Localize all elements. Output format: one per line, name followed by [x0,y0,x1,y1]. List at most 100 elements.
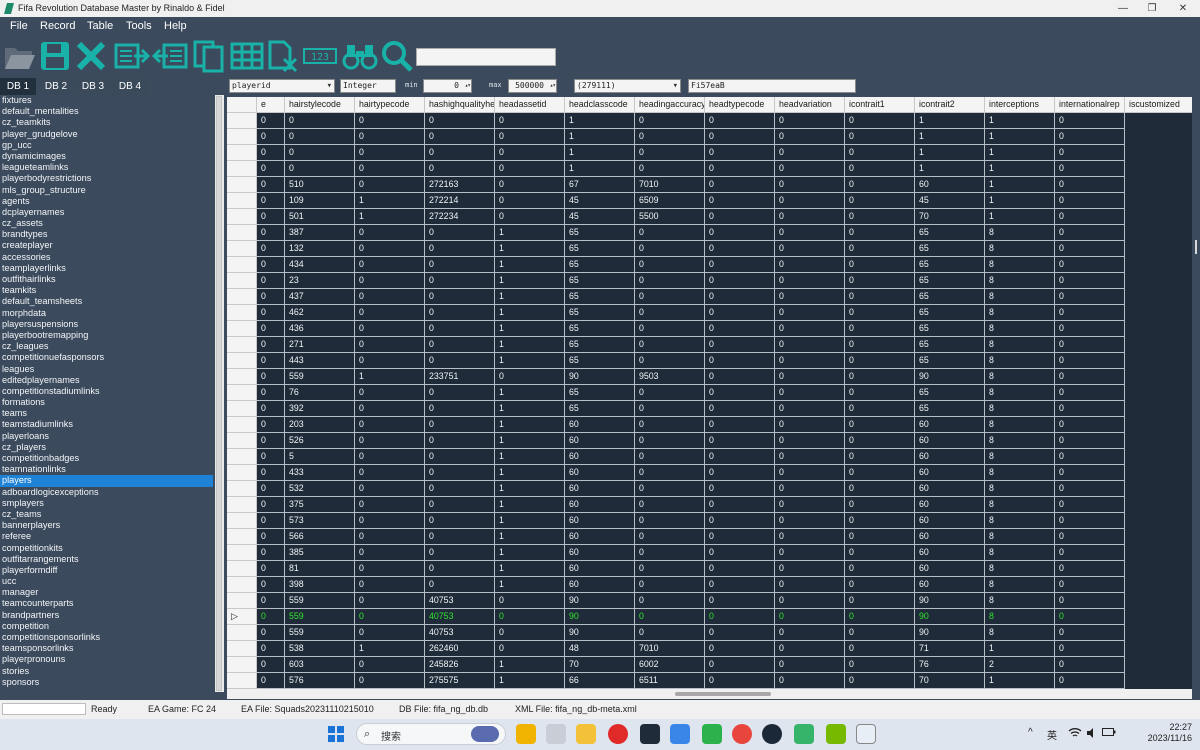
grid-cell[interactable]: 0 [1055,161,1125,177]
grid-cell[interactable]: 0 [845,577,915,593]
table-list-item[interactable]: cz_assets [0,218,213,229]
grid-cell[interactable]: 0 [355,385,425,401]
grid-cell[interactable]: 8 [985,369,1055,385]
grid-cell[interactable]: 0 [845,417,915,433]
save-icon[interactable] [38,39,72,73]
table-row[interactable]: 0000010000110 [227,129,1192,145]
grid-cell[interactable]: 8 [985,609,1055,625]
grid-cell[interactable]: 0 [775,513,845,529]
grid-cell[interactable]: 1 [355,369,425,385]
row-header[interactable] [227,545,257,561]
grid-cell[interactable]: 0 [495,161,565,177]
grid-cell[interactable]: 0 [775,673,845,689]
table-row[interactable]: 0 76 0 0 1 65 0 0 0 0 65 8 0 [227,385,1192,401]
table-row[interactable]: 0 434 0 0 1 65 0 0 0 0 65 8 0 [227,257,1192,273]
grid-cell[interactable]: 1 [565,129,635,145]
grid-cell[interactable]: 0 [845,593,915,609]
grid-cell[interactable]: 1 [565,113,635,129]
grid-cell[interactable]: 1 [915,161,985,177]
table-list-item[interactable]: leagues [0,364,213,375]
grid-cell[interactable]: 0 [1055,449,1125,465]
grid-cell[interactable]: 65 [915,225,985,241]
grid-cell[interactable]: 0 [257,289,285,305]
nvidia-icon[interactable] [826,724,846,744]
grid-cell[interactable]: 1 [985,641,1055,657]
grid-cell[interactable]: 0 [355,545,425,561]
grid-cell[interactable]: 0 [257,657,285,673]
grid-cell[interactable]: 392 [285,401,355,417]
grid-cell[interactable]: 8 [985,545,1055,561]
grid-cell[interactable]: 0 [1055,545,1125,561]
tab-db3[interactable]: DB 3 [75,78,111,95]
grid-cell[interactable]: 90 [915,369,985,385]
grid-cell[interactable]: 1 [495,321,565,337]
grid-cell[interactable]: 0 [1055,497,1125,513]
grid-cell[interactable]: 0 [705,417,775,433]
grid-cell[interactable]: 60 [915,577,985,593]
grid-cell[interactable]: 0 [845,337,915,353]
grid-cell[interactable]: 0 [495,129,565,145]
row-header[interactable] [227,177,257,193]
table-list-item[interactable]: editedplayernames [0,375,213,386]
grid-cell[interactable]: 0 [635,625,705,641]
grid-cell[interactable]: 40753 [425,625,495,641]
grid-cell[interactable]: 0 [775,225,845,241]
grid-cell[interactable]: 0 [635,417,705,433]
grid-cell[interactable]: 60 [565,545,635,561]
grid-cell[interactable]: 437 [285,289,355,305]
grid-cell[interactable]: 0 [635,593,705,609]
grid-cell[interactable]: 0 [1055,321,1125,337]
grid-cell[interactable]: 0 [635,225,705,241]
grid-cell[interactable]: 8 [985,273,1055,289]
grid-cell[interactable]: 538 [285,641,355,657]
grid-cell[interactable]: 0 [1055,593,1125,609]
grid-cell[interactable]: 0 [635,289,705,305]
grid-cell[interactable]: 1 [495,241,565,257]
grid-cell[interactable]: 60 [565,561,635,577]
column-header[interactable]: hairstylecode [285,97,355,113]
wechat-icon[interactable] [702,724,722,744]
grid-cell[interactable]: 0 [705,497,775,513]
column-header[interactable]: interceptions [985,97,1055,113]
file-explorer-icon[interactable] [576,724,596,744]
grid-cell[interactable]: 385 [285,545,355,561]
row-header[interactable] [227,161,257,177]
taskbar-search-box[interactable]: ⌕ 搜索 [356,723,506,745]
table-list-item[interactable]: playerbodyrestrictions [0,173,213,184]
row-header[interactable] [227,145,257,161]
table-list-item[interactable]: teamkits [0,285,213,296]
grid-cell[interactable]: 0 [495,609,565,625]
table-row[interactable]: 0 5 0 0 1 60 0 0 0 0 60 8 0 [227,449,1192,465]
grid-cell[interactable]: 76 [915,657,985,673]
grid-cell[interactable]: 1 [495,449,565,465]
grid-cell[interactable]: 76 [285,385,355,401]
table-row[interactable]: 0 573 0 0 1 60 0 0 0 0 60 8 0 [227,513,1192,529]
grid-cell[interactable]: 0 [775,433,845,449]
grid-cell[interactable]: 233751 [425,369,495,385]
grid-cell[interactable]: 90 [565,593,635,609]
search-icon[interactable] [380,39,414,73]
grid-cell[interactable]: 0 [635,497,705,513]
grid-cell[interactable]: 60 [915,481,985,497]
grid-cell[interactable]: 0 [845,193,915,209]
grid-cell[interactable]: 8 [985,353,1055,369]
grid-cell[interactable]: 0 [355,289,425,305]
netease-music-icon[interactable] [608,724,628,744]
grid-cell[interactable]: 0 [845,321,915,337]
grid-cell[interactable]: 8 [985,289,1055,305]
grid-cell[interactable]: 0 [257,353,285,369]
grid-cell[interactable]: 0 [845,449,915,465]
grid-cell[interactable]: 0 [705,545,775,561]
table-list-item[interactable]: outfitarrangements [0,554,213,565]
grid-cell[interactable]: 0 [705,529,775,545]
grid-cell[interactable]: 501 [285,209,355,225]
grid-cell[interactable]: 90 [565,609,635,625]
grid-cell[interactable]: 1 [495,561,565,577]
grid-cell[interactable]: 0 [635,337,705,353]
grid-cell[interactable]: 0 [1055,577,1125,593]
row-header[interactable]: ▷ [227,609,257,625]
grid-cell[interactable]: 0 [1055,145,1125,161]
grid-cell[interactable]: 0 [257,321,285,337]
grid-cell[interactable]: 8 [985,593,1055,609]
table-row[interactable]: 0 603 0 245826 1 70 6002 0 0 0 76 2 0 [227,657,1192,673]
